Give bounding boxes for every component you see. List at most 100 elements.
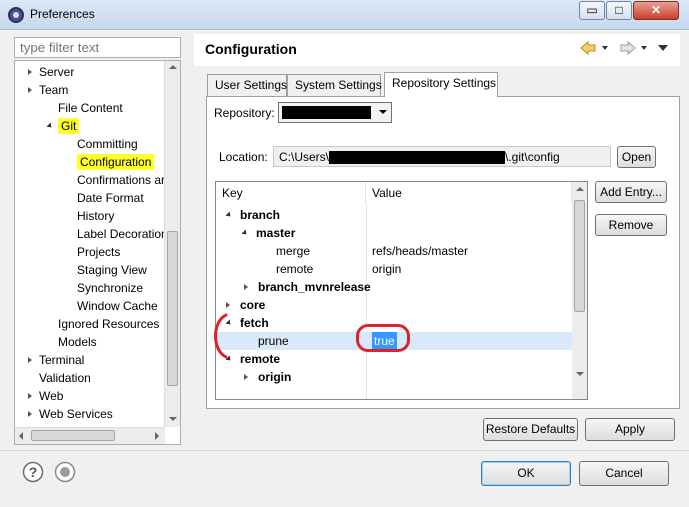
location-label: Location: xyxy=(219,150,268,164)
table-row[interactable]: merge refs/heads/master xyxy=(216,242,573,260)
tree-item-label: Configuration xyxy=(77,154,155,170)
maximize-button[interactable]: □ xyxy=(606,1,632,20)
expand-right-icon[interactable] xyxy=(28,357,32,363)
expand-right-icon[interactable] xyxy=(28,87,32,93)
tree-item[interactable]: Projects xyxy=(77,243,120,261)
tree-item-label: Staging View xyxy=(77,263,147,277)
tree-item-label: Git xyxy=(58,118,80,134)
tab-repository-settings[interactable]: Repository Settings xyxy=(384,72,498,97)
config-value: origin xyxy=(372,262,402,276)
table-scroll-thumb[interactable] xyxy=(574,200,585,312)
tree-item[interactable]: Web xyxy=(28,387,64,405)
scroll-right-icon[interactable] xyxy=(155,432,159,440)
expand-right-icon[interactable] xyxy=(244,284,248,290)
tree-item[interactable]: Committing xyxy=(77,135,138,153)
tree-item[interactable]: Git xyxy=(46,117,80,135)
table-row[interactable]: origin xyxy=(216,368,573,386)
tree-item[interactable]: Models xyxy=(58,333,97,351)
tree-item[interactable]: Configuration xyxy=(77,153,155,171)
table-row[interactable]: master xyxy=(216,224,573,242)
cancel-button[interactable]: Cancel xyxy=(579,461,669,486)
tree-item[interactable]: Confirmations ar xyxy=(77,171,165,189)
forward-dropdown-icon[interactable] xyxy=(641,46,647,50)
apply-button[interactable]: Apply xyxy=(585,418,675,441)
config-table: Key Value branch master merge refs/heads/ma… xyxy=(215,181,588,400)
tree-item[interactable]: Web Services xyxy=(28,405,113,423)
tree-item[interactable]: Terminal xyxy=(28,351,84,369)
expand-right-icon[interactable] xyxy=(226,302,230,308)
tree-horizontal-scrollbar[interactable] xyxy=(15,427,165,444)
back-arrow-icon[interactable] xyxy=(580,40,596,56)
restore-defaults-button[interactable]: Restore Defaults xyxy=(483,418,578,441)
config-key: branch_mvnrelease xyxy=(258,280,371,294)
tree-item-label: Synchronize xyxy=(77,281,144,295)
tree-item-label: Date Format xyxy=(77,191,144,205)
tree-vertical-scrollbar[interactable] xyxy=(164,61,180,427)
tree-item[interactable]: Validation xyxy=(39,369,91,387)
expand-down-icon[interactable] xyxy=(241,229,249,237)
help-icon[interactable]: ? xyxy=(22,461,44,483)
forward-arrow-icon[interactable] xyxy=(620,40,636,56)
ok-button[interactable]: OK xyxy=(481,461,571,486)
tree-item-label: History xyxy=(77,209,115,223)
tab-system-settings[interactable]: System Settings xyxy=(287,74,382,96)
title-bar: Preferences ▭ □ ✕ xyxy=(0,0,689,30)
column-header-key[interactable]: Key xyxy=(216,182,366,204)
tree-item[interactable]: Label Decoration xyxy=(77,225,168,243)
expand-right-icon[interactable] xyxy=(28,69,32,75)
tree-item-label: Web xyxy=(39,389,64,403)
tree-item-label: Window Cache xyxy=(77,299,158,313)
expand-right-icon[interactable] xyxy=(28,411,32,417)
config-value: refs/heads/master xyxy=(372,244,469,258)
table-row[interactable]: branch_mvnrelease xyxy=(216,278,573,296)
history-nav xyxy=(580,40,668,56)
scroll-up-icon[interactable] xyxy=(169,65,177,69)
tree-item-label: Models xyxy=(58,335,97,349)
expand-right-icon[interactable] xyxy=(244,374,248,380)
record-icon[interactable] xyxy=(54,461,76,483)
tree-item[interactable]: Staging View xyxy=(77,261,147,279)
close-button[interactable]: ✕ xyxy=(633,1,679,20)
remove-button[interactable]: Remove xyxy=(595,214,667,236)
tree-item[interactable]: Window Cache xyxy=(77,297,158,315)
tab-user-settings[interactable]: User Settings xyxy=(207,74,287,96)
table-row[interactable]: remote origin xyxy=(216,260,573,278)
tree-item[interactable]: File Content xyxy=(58,99,123,117)
back-dropdown-icon[interactable] xyxy=(602,46,608,50)
tree-item[interactable]: Date Format xyxy=(77,189,144,207)
view-menu-icon[interactable] xyxy=(658,45,668,51)
tree-item[interactable]: Synchronize xyxy=(77,279,143,297)
tree-item-label: Committing xyxy=(77,137,138,151)
scroll-down-icon[interactable] xyxy=(576,372,584,376)
minimize-button[interactable]: ▭ xyxy=(579,1,605,20)
tree-item[interactable]: Server xyxy=(28,63,75,81)
scroll-up-icon[interactable] xyxy=(576,187,584,191)
tree-item-label: Confirmations ar xyxy=(77,173,166,187)
redacted-path xyxy=(329,151,506,165)
chevron-down-icon xyxy=(379,110,387,114)
config-key: merge xyxy=(276,244,311,258)
table-row[interactable]: remote xyxy=(216,350,573,368)
tree-item[interactable]: History xyxy=(77,207,114,225)
open-button[interactable]: Open xyxy=(617,146,656,168)
add-entry-button[interactable]: Add Entry... xyxy=(595,181,667,203)
tree-item-label: Server xyxy=(39,65,75,79)
scroll-down-icon[interactable] xyxy=(169,417,177,421)
tree-item[interactable]: Team xyxy=(28,81,68,99)
expand-down-icon[interactable] xyxy=(46,122,54,130)
tree-hscroll-thumb[interactable] xyxy=(31,430,115,441)
column-header-value[interactable]: Value xyxy=(366,182,572,204)
table-row[interactable]: branch xyxy=(216,206,573,224)
table-vertical-scrollbar[interactable] xyxy=(572,182,587,399)
location-field: C:\Users\ \.git\config xyxy=(273,146,611,167)
table-row[interactable]: core xyxy=(216,296,573,314)
config-key: remote xyxy=(276,262,314,276)
filter-input[interactable] xyxy=(14,37,181,58)
expand-right-icon[interactable] xyxy=(28,393,32,399)
expand-down-icon[interactable] xyxy=(225,211,233,219)
tree-item[interactable]: Ignored Resources xyxy=(58,315,159,333)
tree-scroll-thumb[interactable] xyxy=(167,231,178,386)
repository-combo[interactable] xyxy=(278,102,392,123)
location-prefix: C:\Users\ xyxy=(279,150,330,164)
scroll-left-icon[interactable] xyxy=(19,432,23,440)
